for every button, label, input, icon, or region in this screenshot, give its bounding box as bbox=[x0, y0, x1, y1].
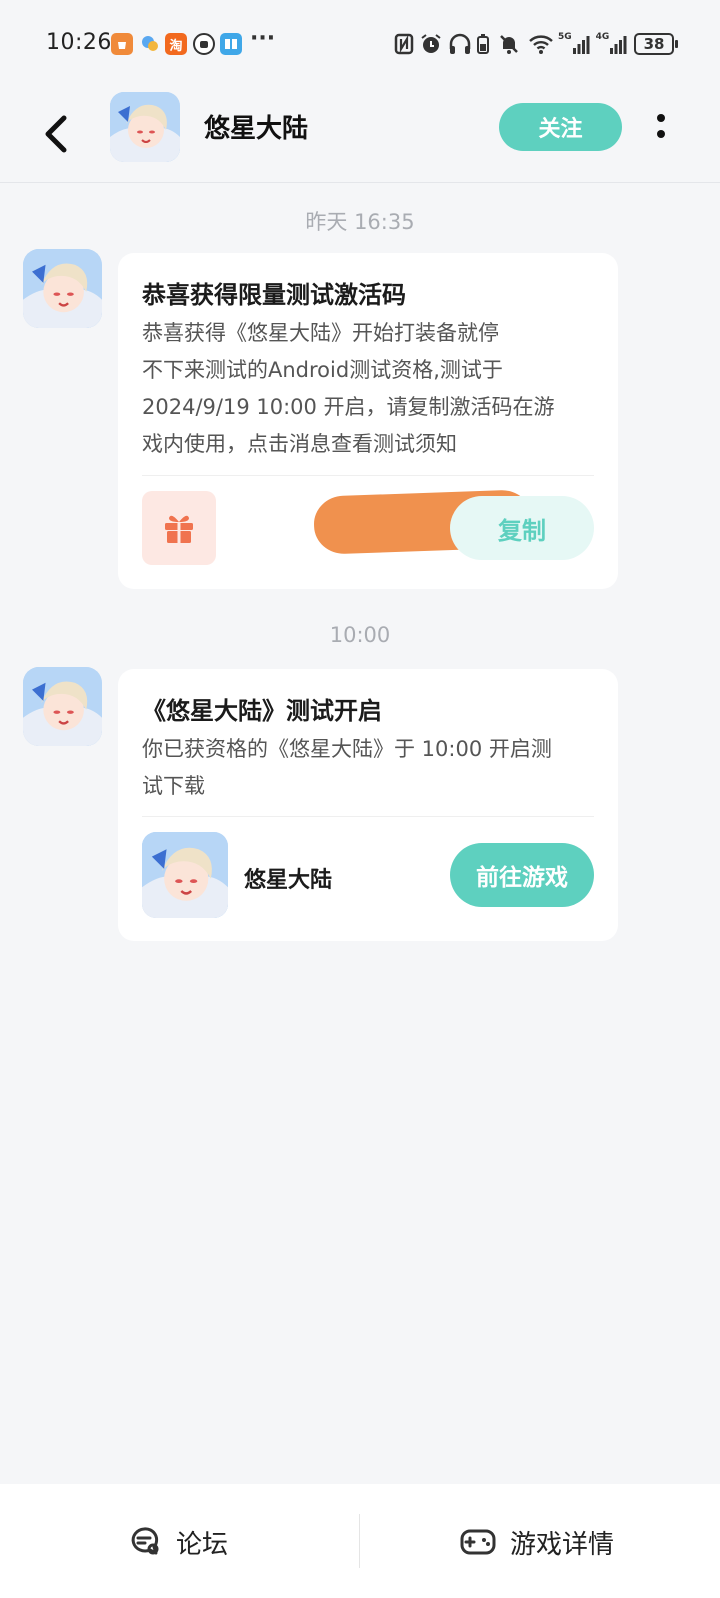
card-title: 恭喜获得限量测试激活码 bbox=[142, 281, 406, 309]
status-right-icons: 5G 4G bbox=[394, 32, 627, 56]
shopping-bag-icon bbox=[111, 33, 133, 55]
game-character-art bbox=[23, 667, 102, 746]
status-more-icon: ··· bbox=[250, 26, 276, 51]
game-character-art bbox=[23, 249, 102, 328]
game-name: 悠星大陆 bbox=[244, 868, 333, 893]
card-body-line: 恭喜获得《悠星大陆》开始打装备就停 bbox=[142, 321, 499, 345]
more-dot-icon bbox=[657, 130, 665, 138]
card-body: 你已获资格的《悠星大陆》于 10:00 开启测 试下载 bbox=[142, 731, 602, 805]
test-open-card[interactable]: 《悠星大陆》测试开启 你已获资格的《悠星大陆》于 10:00 开启测 试下载 悠… bbox=[118, 669, 618, 941]
card-divider bbox=[142, 475, 594, 476]
taobao-label: 淘 bbox=[169, 38, 183, 54]
forum-label: 论坛 bbox=[176, 1529, 229, 1560]
hand-icon bbox=[193, 33, 215, 55]
more-options-button[interactable] bbox=[648, 108, 674, 148]
app-icon bbox=[139, 33, 161, 55]
game-avatar[interactable] bbox=[110, 92, 180, 162]
headphones-icon bbox=[449, 33, 471, 54]
forum-chat-icon bbox=[131, 1527, 159, 1555]
gift-icon-box bbox=[142, 491, 216, 565]
message-timestamp: 10:00 bbox=[329, 623, 391, 647]
follow-button[interactable]: 关注 bbox=[499, 103, 622, 151]
go-to-game-button[interactable]: 前往游戏 bbox=[450, 843, 594, 907]
chevron-left-icon bbox=[45, 115, 67, 153]
copy-button[interactable]: 复制 bbox=[450, 496, 594, 560]
signal-bars-icon bbox=[572, 36, 590, 54]
back-button[interactable] bbox=[36, 106, 84, 162]
signal-4g-label: 4G bbox=[595, 32, 610, 42]
forum-tab[interactable]: 论坛 bbox=[128, 1522, 228, 1562]
book-icon bbox=[220, 33, 242, 55]
battery-indicator: 38 bbox=[634, 33, 678, 55]
sender-avatar[interactable] bbox=[23, 667, 102, 746]
card-title: 《悠星大陆》测试开启 bbox=[142, 697, 382, 725]
device-battery-icon bbox=[477, 34, 489, 54]
card-body-line: 2024/9/19 10:00 开启，请复制激活码在游 bbox=[142, 395, 555, 419]
chat-header: 悠星大陆 关注 bbox=[0, 88, 720, 183]
status-time: 10:26 bbox=[46, 30, 112, 55]
status-bar: 10:26 淘 ··· 5G 4G 38 bbox=[0, 0, 720, 88]
alarm-icon bbox=[421, 34, 441, 53]
nfc-icon bbox=[394, 33, 414, 55]
sender-avatar[interactable] bbox=[23, 249, 102, 328]
signal-5g-label: 5G bbox=[558, 32, 572, 42]
card-body-line: 你已获资格的《悠星大陆》于 10:00 开启测 bbox=[142, 737, 552, 761]
game-character-art bbox=[110, 92, 180, 162]
gamepad-icon bbox=[460, 1529, 496, 1555]
mute-bell-icon bbox=[500, 35, 518, 54]
gift-icon bbox=[165, 515, 193, 543]
bottom-divider bbox=[359, 1514, 360, 1568]
game-detail-tab[interactable]: 游戏详情 bbox=[460, 1522, 614, 1562]
game-character-art bbox=[142, 832, 228, 918]
message-timestamp: 昨天 16:35 bbox=[305, 210, 415, 234]
card-body-line: 试下载 bbox=[142, 774, 205, 798]
card-body-line: 戏内使用，点击消息查看测试须知 bbox=[142, 432, 457, 456]
game-icon[interactable] bbox=[142, 832, 228, 918]
game-detail-label: 游戏详情 bbox=[510, 1529, 615, 1560]
card-divider bbox=[142, 816, 594, 817]
bottom-nav: 论坛 游戏详情 bbox=[0, 1484, 720, 1598]
card-body-line: 不下来测试的Android测试资格,测试于 bbox=[142, 358, 503, 382]
card-body: 恭喜获得《悠星大陆》开始打装备就停 不下来测试的Android测试资格,测试于 … bbox=[142, 315, 602, 463]
signal-bars-2-icon bbox=[610, 36, 627, 54]
activation-code-card[interactable]: 恭喜获得限量测试激活码 恭喜获得《悠星大陆》开始打装备就停 不下来测试的Andr… bbox=[118, 253, 618, 589]
more-dot-icon bbox=[657, 114, 665, 122]
wifi-icon bbox=[529, 35, 553, 54]
taobao-icon: 淘 bbox=[165, 33, 187, 55]
chat-title: 悠星大陆 bbox=[204, 114, 309, 144]
